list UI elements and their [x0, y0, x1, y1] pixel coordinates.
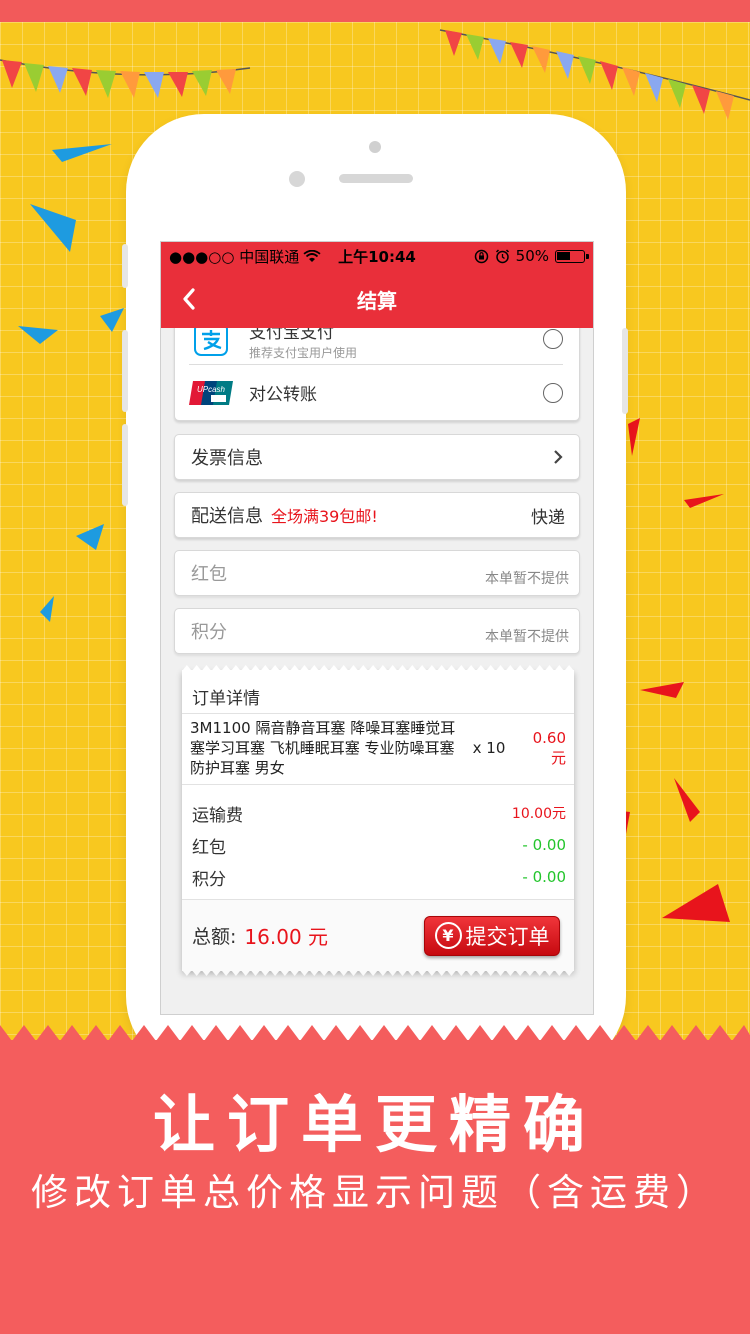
lock-rotation-icon	[474, 249, 488, 263]
svg-text:UPcash: UPcash	[197, 385, 226, 394]
fee-points-value: - 0.00	[522, 868, 566, 886]
red-packet-field[interactable]: 红包 本单暂不提供	[174, 550, 580, 596]
phone-camera	[369, 141, 381, 153]
alipay-radio[interactable]	[543, 329, 563, 349]
fee-red-packet: 红包 - 0.00	[192, 829, 566, 861]
chevron-right-icon	[554, 450, 563, 464]
order-heading: 订单详情	[182, 670, 574, 714]
promo-subline: 修改订单总价格显示问题（含运费）	[31, 1171, 719, 1214]
back-chevron-icon[interactable]	[175, 284, 205, 314]
volume-up-button	[122, 244, 128, 288]
delivery-row[interactable]: 配送信息 全场满39包邮! 快递	[174, 492, 580, 538]
invoice-row[interactable]: 发票信息	[174, 434, 580, 480]
transfer-title: 对公转账	[249, 385, 317, 405]
points-placeholder: 积分	[191, 622, 227, 643]
yuan-icon: ¥	[434, 922, 462, 949]
submit-order-label: 提交订单	[465, 924, 550, 949]
volume-down-button	[122, 330, 128, 412]
points-note: 本单暂不提供	[485, 629, 569, 645]
delivery-promo: 全场满39包邮!	[271, 507, 378, 526]
promo-headline: 让订单更精确	[152, 1088, 597, 1161]
app-screen: ●●●○○ 中国联通 上午10:44 50% 结算 支付宝支付 推荐支付宝用户使…	[160, 241, 594, 1015]
wifi-icon	[303, 249, 321, 262]
fee-list: 运输费 10.00元 红包 - 0.00 积分 - 0.00	[182, 785, 574, 899]
red-packet-note: 本单暂不提供	[485, 571, 569, 587]
carrier-label: ●●●○○ 中国联通	[169, 247, 300, 266]
order-item: 3M1100 隔音静音耳塞 降噪耳塞睡觉耳塞学习耳塞 飞机睡眠耳塞 专业防噪耳塞…	[182, 714, 574, 785]
checkout-content: 支付宝支付 推荐支付宝用户使用 UPcash 对公转账 发票信息 配送信息 全场…	[161, 314, 593, 976]
item-price: 0.60元	[532, 728, 566, 767]
fee-shipping-value: 10.00元	[511, 806, 566, 822]
nav-bar: 结算	[161, 270, 593, 328]
item-qty: x 10	[472, 739, 506, 757]
total-bar: 总额: 16.00 元 ¥ 提交订单	[182, 899, 574, 971]
battery-icon	[555, 249, 589, 263]
alipay-subtitle: 推荐支付宝用户使用	[249, 345, 358, 360]
mute-switch	[122, 424, 128, 506]
total-label: 总额:	[192, 926, 237, 948]
delivery-label: 配送信息	[191, 506, 263, 527]
page-title: 结算	[357, 288, 397, 313]
invoice-label: 发票信息	[191, 448, 263, 469]
alarm-icon	[495, 248, 509, 263]
submit-order-button[interactable]: ¥ 提交订单	[424, 915, 560, 956]
battery-percent: 50%	[515, 247, 549, 265]
order-details-receipt: 订单详情 3M1100 隔音静音耳塞 降噪耳塞睡觉耳塞学习耳塞 飞机睡眠耳塞 专…	[182, 665, 574, 976]
status-bar: ●●●○○ 中国联通 上午10:44 50%	[161, 242, 593, 270]
total-amount: 16.00 元	[244, 925, 329, 949]
alipay-icon	[189, 322, 233, 356]
fee-red-packet-value: - 0.00	[522, 836, 566, 854]
transfer-radio[interactable]	[543, 382, 563, 403]
unionpay-icon: UPcash	[189, 378, 233, 408]
left-bunting	[0, 59, 251, 98]
right-bunting	[439, 29, 750, 120]
payment-methods: 支付宝支付 推荐支付宝用户使用 UPcash 对公转账	[174, 314, 580, 421]
receipt-tear-bottom	[182, 970, 574, 976]
front-camera	[289, 171, 305, 187]
receipt-tear-top	[182, 665, 574, 671]
fee-red-packet-label: 红包	[192, 837, 226, 858]
item-name: 3M1100 隔音静音耳塞 降噪耳塞睡觉耳塞学习耳塞 飞机睡眠耳塞 专业防噪耳塞…	[190, 719, 456, 777]
red-packet-placeholder: 红包	[191, 564, 227, 585]
points-field[interactable]: 积分 本单暂不提供	[174, 608, 580, 654]
fee-points-label: 积分	[192, 869, 226, 890]
delivery-method: 快递	[531, 507, 565, 528]
fee-shipping-label: 运输费	[192, 805, 243, 826]
payment-option-transfer[interactable]: UPcash 对公转账	[189, 364, 563, 420]
fee-points: 积分 - 0.00	[192, 861, 566, 893]
phone-speaker	[339, 174, 413, 183]
fee-shipping: 运输费 10.00元	[192, 797, 566, 829]
power-button	[622, 328, 628, 414]
